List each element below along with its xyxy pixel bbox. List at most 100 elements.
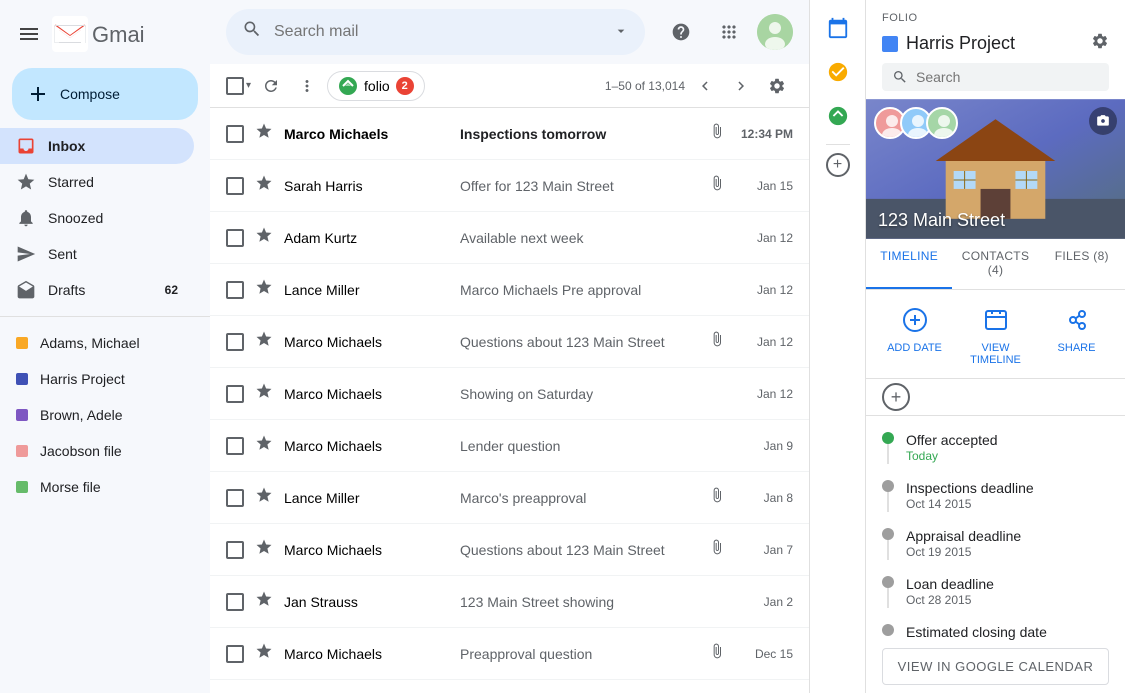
email-star-icon[interactable] <box>252 174 276 197</box>
harris-label-dot <box>16 373 28 385</box>
apps-button[interactable] <box>709 12 749 52</box>
email-row[interactable]: Sarah Harris Offer for 123 Main Street J… <box>210 160 809 212</box>
email-date: Jan 12 <box>733 283 793 297</box>
email-row[interactable]: Marco Michaels Inspections tomorrow 12:3… <box>210 108 809 160</box>
panel-search-input[interactable] <box>916 69 1099 85</box>
view-timeline-action[interactable]: View Timeline <box>955 302 1036 366</box>
sent-label: Sent <box>48 246 77 262</box>
refresh-button[interactable] <box>255 70 287 102</box>
help-button[interactable] <box>661 12 701 52</box>
tab-files[interactable]: Files (8) <box>1039 239 1125 289</box>
sidebar-item-starred[interactable]: Starred <box>0 164 194 200</box>
sidebar-label-adams[interactable]: Adams, Michael <box>0 325 194 361</box>
email-checkbox[interactable] <box>226 645 244 663</box>
search-icon <box>242 19 262 45</box>
add-row: + <box>866 379 1125 416</box>
share-action[interactable]: Share <box>1036 302 1117 366</box>
sidebar-label-jacobson[interactable]: Jacobson file <box>0 433 194 469</box>
email-star-icon[interactable] <box>252 122 276 145</box>
email-checkbox[interactable] <box>226 437 244 455</box>
timeline-dot <box>882 480 894 492</box>
email-star-icon[interactable] <box>252 486 276 509</box>
settings-button[interactable] <box>761 70 793 102</box>
sidebar-label-brown[interactable]: Brown, Adele <box>0 397 194 433</box>
snooze-icon <box>16 208 36 228</box>
sidebar-item-drafts[interactable]: Drafts 62 <box>0 272 194 308</box>
sidebar-item-snoozed[interactable]: Snoozed <box>0 200 194 236</box>
view-timeline-label: View Timeline <box>955 342 1036 366</box>
email-row[interactable]: Lance Miller Marco Michaels Pre approval… <box>210 264 809 316</box>
email-star-icon[interactable] <box>252 226 276 249</box>
select-all-checkbox[interactable] <box>226 77 244 95</box>
drafts-label: Drafts <box>48 282 85 298</box>
email-checkbox[interactable] <box>226 281 244 299</box>
search-box[interactable] <box>226 9 645 55</box>
email-subject: Preapproval question <box>460 646 693 662</box>
tab-timeline[interactable]: Timeline <box>866 239 952 289</box>
view-timeline-icon <box>978 302 1014 338</box>
prev-page-button[interactable] <box>689 70 721 102</box>
send-icon <box>16 244 36 264</box>
email-subject: Marco's preapproval <box>460 490 693 506</box>
more-button[interactable] <box>291 70 323 102</box>
side-calendar-icon[interactable] <box>818 8 858 48</box>
panel-settings-icon[interactable] <box>1091 32 1109 55</box>
menu-icon[interactable] <box>16 22 40 46</box>
email-star-icon[interactable] <box>252 590 276 613</box>
side-tasks-icon[interactable] <box>818 52 858 92</box>
search-input[interactable] <box>274 23 601 41</box>
email-checkbox[interactable] <box>226 229 244 247</box>
side-folio-icon[interactable] <box>818 96 858 136</box>
view-calendar-button[interactable]: VIEW IN GOOGLE CALENDAR <box>882 648 1109 685</box>
email-checkbox[interactable] <box>226 177 244 195</box>
topbar <box>210 0 809 64</box>
email-checkbox[interactable] <box>226 489 244 507</box>
email-star-icon[interactable] <box>252 382 276 405</box>
avatar[interactable] <box>757 14 793 50</box>
project-folder-icon <box>882 36 898 52</box>
timeline-dot <box>882 432 894 444</box>
email-row[interactable]: Lance Miller Marco's preapproval Jan 8 <box>210 472 809 524</box>
email-checkbox[interactable] <box>226 385 244 403</box>
folio-badge-label: folio <box>364 78 390 94</box>
sidebar-label-harris[interactable]: Harris Project <box>0 361 194 397</box>
add-button[interactable]: + <box>882 383 910 411</box>
sidebar-item-sent[interactable]: Sent <box>0 236 194 272</box>
add-date-action[interactable]: Add Date <box>874 302 955 366</box>
email-checkbox[interactable] <box>226 333 244 351</box>
sidebar-label-morse[interactable]: Morse file <box>0 469 194 505</box>
folio-badge[interactable]: folio 2 <box>327 71 425 101</box>
timeline-content: Estimated closing date Nov 1 2015 <box>906 624 1109 640</box>
email-row[interactable]: Marco Michaels Preapproval question Dec … <box>210 628 809 680</box>
email-star-icon[interactable] <box>252 538 276 561</box>
email-row[interactable]: Marco Michaels Questions about 123 Main … <box>210 524 809 576</box>
email-checkbox[interactable] <box>226 125 244 143</box>
panel-search[interactable] <box>882 63 1109 91</box>
timeline-title: Offer accepted <box>906 432 1109 448</box>
compose-button[interactable]: Compose <box>12 68 198 120</box>
email-row[interactable]: Marco Michaels Showing on Sunday Dec 7 <box>210 680 809 693</box>
next-page-button[interactable] <box>725 70 757 102</box>
project-title: Harris Project <box>906 33 1083 54</box>
email-checkbox[interactable] <box>226 541 244 559</box>
email-star-icon[interactable] <box>252 642 276 665</box>
email-date: Jan 7 <box>733 543 793 557</box>
email-checkbox[interactable] <box>226 593 244 611</box>
side-add-icon[interactable]: + <box>826 153 850 177</box>
email-row[interactable]: Adam Kurtz Available next week Jan 12 <box>210 212 809 264</box>
gmail-logo: Gmail <box>52 16 144 52</box>
select-all-area[interactable]: ▾ <box>226 77 251 95</box>
search-dropdown-icon[interactable] <box>613 23 629 42</box>
email-sender: Marco Michaels <box>284 646 444 662</box>
email-row[interactable]: Marco Michaels Questions about 123 Main … <box>210 316 809 368</box>
email-star-icon[interactable] <box>252 434 276 457</box>
camera-icon[interactable] <box>1089 107 1117 135</box>
email-row[interactable]: Jan Strauss 123 Main Street showing Jan … <box>210 576 809 628</box>
email-row[interactable]: Marco Michaels Showing on Saturday Jan 1… <box>210 368 809 420</box>
tab-contacts[interactable]: Contacts (4) <box>952 239 1038 289</box>
email-star-icon[interactable] <box>252 330 276 353</box>
email-row[interactable]: Marco Michaels Lender question Jan 9 <box>210 420 809 472</box>
select-dropdown-icon[interactable]: ▾ <box>246 80 251 91</box>
email-star-icon[interactable] <box>252 278 276 301</box>
sidebar-item-inbox[interactable]: Inbox <box>0 128 194 164</box>
